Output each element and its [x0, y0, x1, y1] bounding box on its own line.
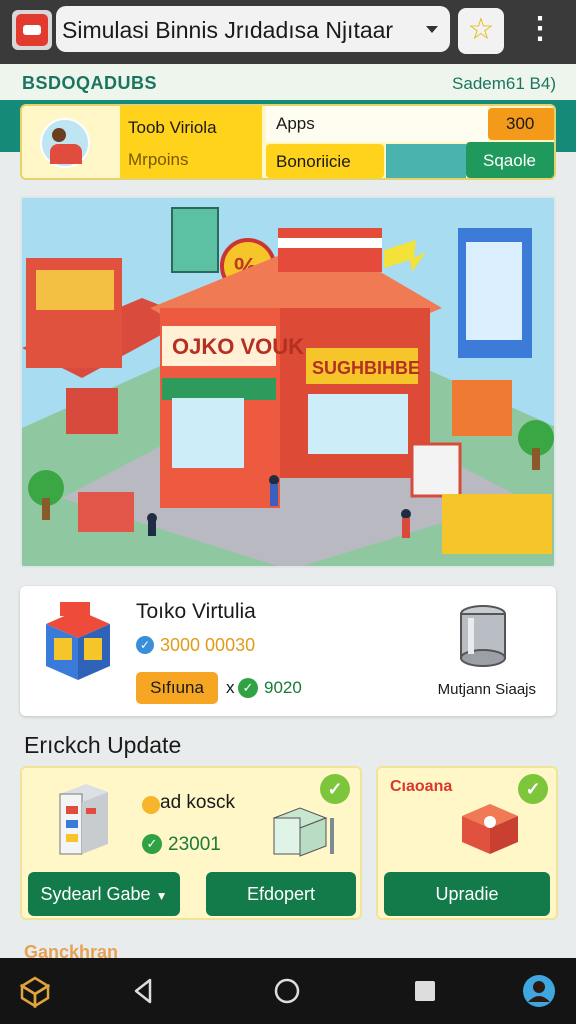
section-title: Erıckch Update [24, 732, 182, 758]
store-illustration: % OJKO VOUK SUGHBIHBE [20, 196, 556, 568]
map-cube-icon[interactable] [18, 974, 52, 1008]
upgrade-title: Cıaoana [390, 778, 453, 795]
display-case-icon [272, 807, 334, 857]
app-logo-icon[interactable] [12, 10, 52, 50]
shelf-unit-icon [59, 784, 108, 855]
upgrade-button[interactable]: Upradie [384, 872, 550, 916]
avatar[interactable] [40, 118, 90, 168]
upgrade-button[interactable]: Efdopert [206, 872, 356, 916]
info-cell-spacer [386, 144, 466, 178]
upgrade-dropdown[interactable]: Sydearl Gabe ▼ [28, 872, 180, 916]
more-vert-icon[interactable]: ⋮ [522, 12, 558, 48]
app-title-dropdown[interactable]: Simulasi Binnis Jrıdadısa Njıtaar [56, 6, 450, 52]
upgrade-dropdown-label: Sydearl Gabe [40, 884, 151, 904]
multiplier-label: x [226, 678, 235, 697]
info-cell-value: 300 [506, 114, 535, 133]
recent-apps-icon[interactable] [408, 974, 442, 1008]
app-title: Simulasi Binnis Jrıdadısa Njıtaar [62, 17, 394, 43]
upgrade-value: 23001 [168, 834, 221, 855]
check-icon: ✓ [238, 678, 258, 698]
profile-avatar-icon[interactable] [522, 974, 556, 1008]
home-icon[interactable] [270, 974, 304, 1008]
status-badge[interactable]: Sıfıuna [136, 672, 218, 704]
info-cell-apps[interactable]: Apps [266, 106, 488, 142]
chevron-down-icon [426, 26, 438, 33]
chevron-down-icon: ▼ [155, 889, 168, 903]
store-box-icon [46, 602, 110, 680]
brand-label: BSDOQADUBS [22, 73, 158, 93]
upgrade-card[interactable]: ad kosck ✓ 23001 ✓ Sydearl Gabe ▼ Efdope… [20, 766, 362, 920]
info-cell-name[interactable]: Toob Viriola Mrpoins [120, 106, 262, 178]
store-card[interactable]: Toıko Virtulia ✓ 3000 00030 Sıfıuna x ✓ … [20, 586, 556, 716]
star-icon[interactable]: ☆ [458, 8, 504, 54]
check-icon: ✓ [142, 834, 162, 854]
info-card: Toob Viriola Mrpoins Apps 300 Bonoriicie… [20, 104, 556, 180]
info-cell-label: Sqaole [483, 151, 536, 170]
info-cell-label: Mrpoins [128, 150, 189, 169]
info-cell-action-button[interactable]: Sqaole [466, 142, 554, 178]
info-cell-bonus[interactable]: Bonoriicie [266, 144, 384, 178]
side-sign: SUGHBIHBE [312, 358, 420, 378]
toolbox-icon [462, 804, 518, 854]
store-stat: 9020 [264, 678, 302, 697]
info-cell-label: Toob Viriola [128, 118, 217, 137]
store-money: 3000 00030 [160, 635, 256, 655]
shop-sign: OJKO VOUK [172, 334, 304, 359]
info-cell-label: Bonoriicie [276, 152, 351, 171]
completed-check-icon: ✓ [320, 774, 350, 804]
info-cell-label: Apps [276, 114, 315, 133]
balance-label: Sadem61 B4) [452, 74, 556, 93]
top-app-bar: Simulasi Binnis Jrıdadısa Njıtaar ☆ ⋮ [0, 0, 576, 64]
system-nav-bar [0, 958, 576, 1024]
info-cell-count[interactable]: 300 [488, 108, 554, 140]
store-title: Toıko Virtulia [136, 600, 256, 623]
back-icon[interactable] [128, 974, 162, 1008]
coin-icon [142, 796, 160, 814]
storage-tank-icon[interactable] [458, 604, 508, 668]
upgrade-title: ad kosck [160, 792, 235, 813]
check-icon: ✓ [136, 636, 154, 654]
upgrade-card[interactable]: Cıaoana ✓ Upradie [376, 766, 558, 920]
tank-label: Mutjann Siaajs [437, 681, 536, 698]
